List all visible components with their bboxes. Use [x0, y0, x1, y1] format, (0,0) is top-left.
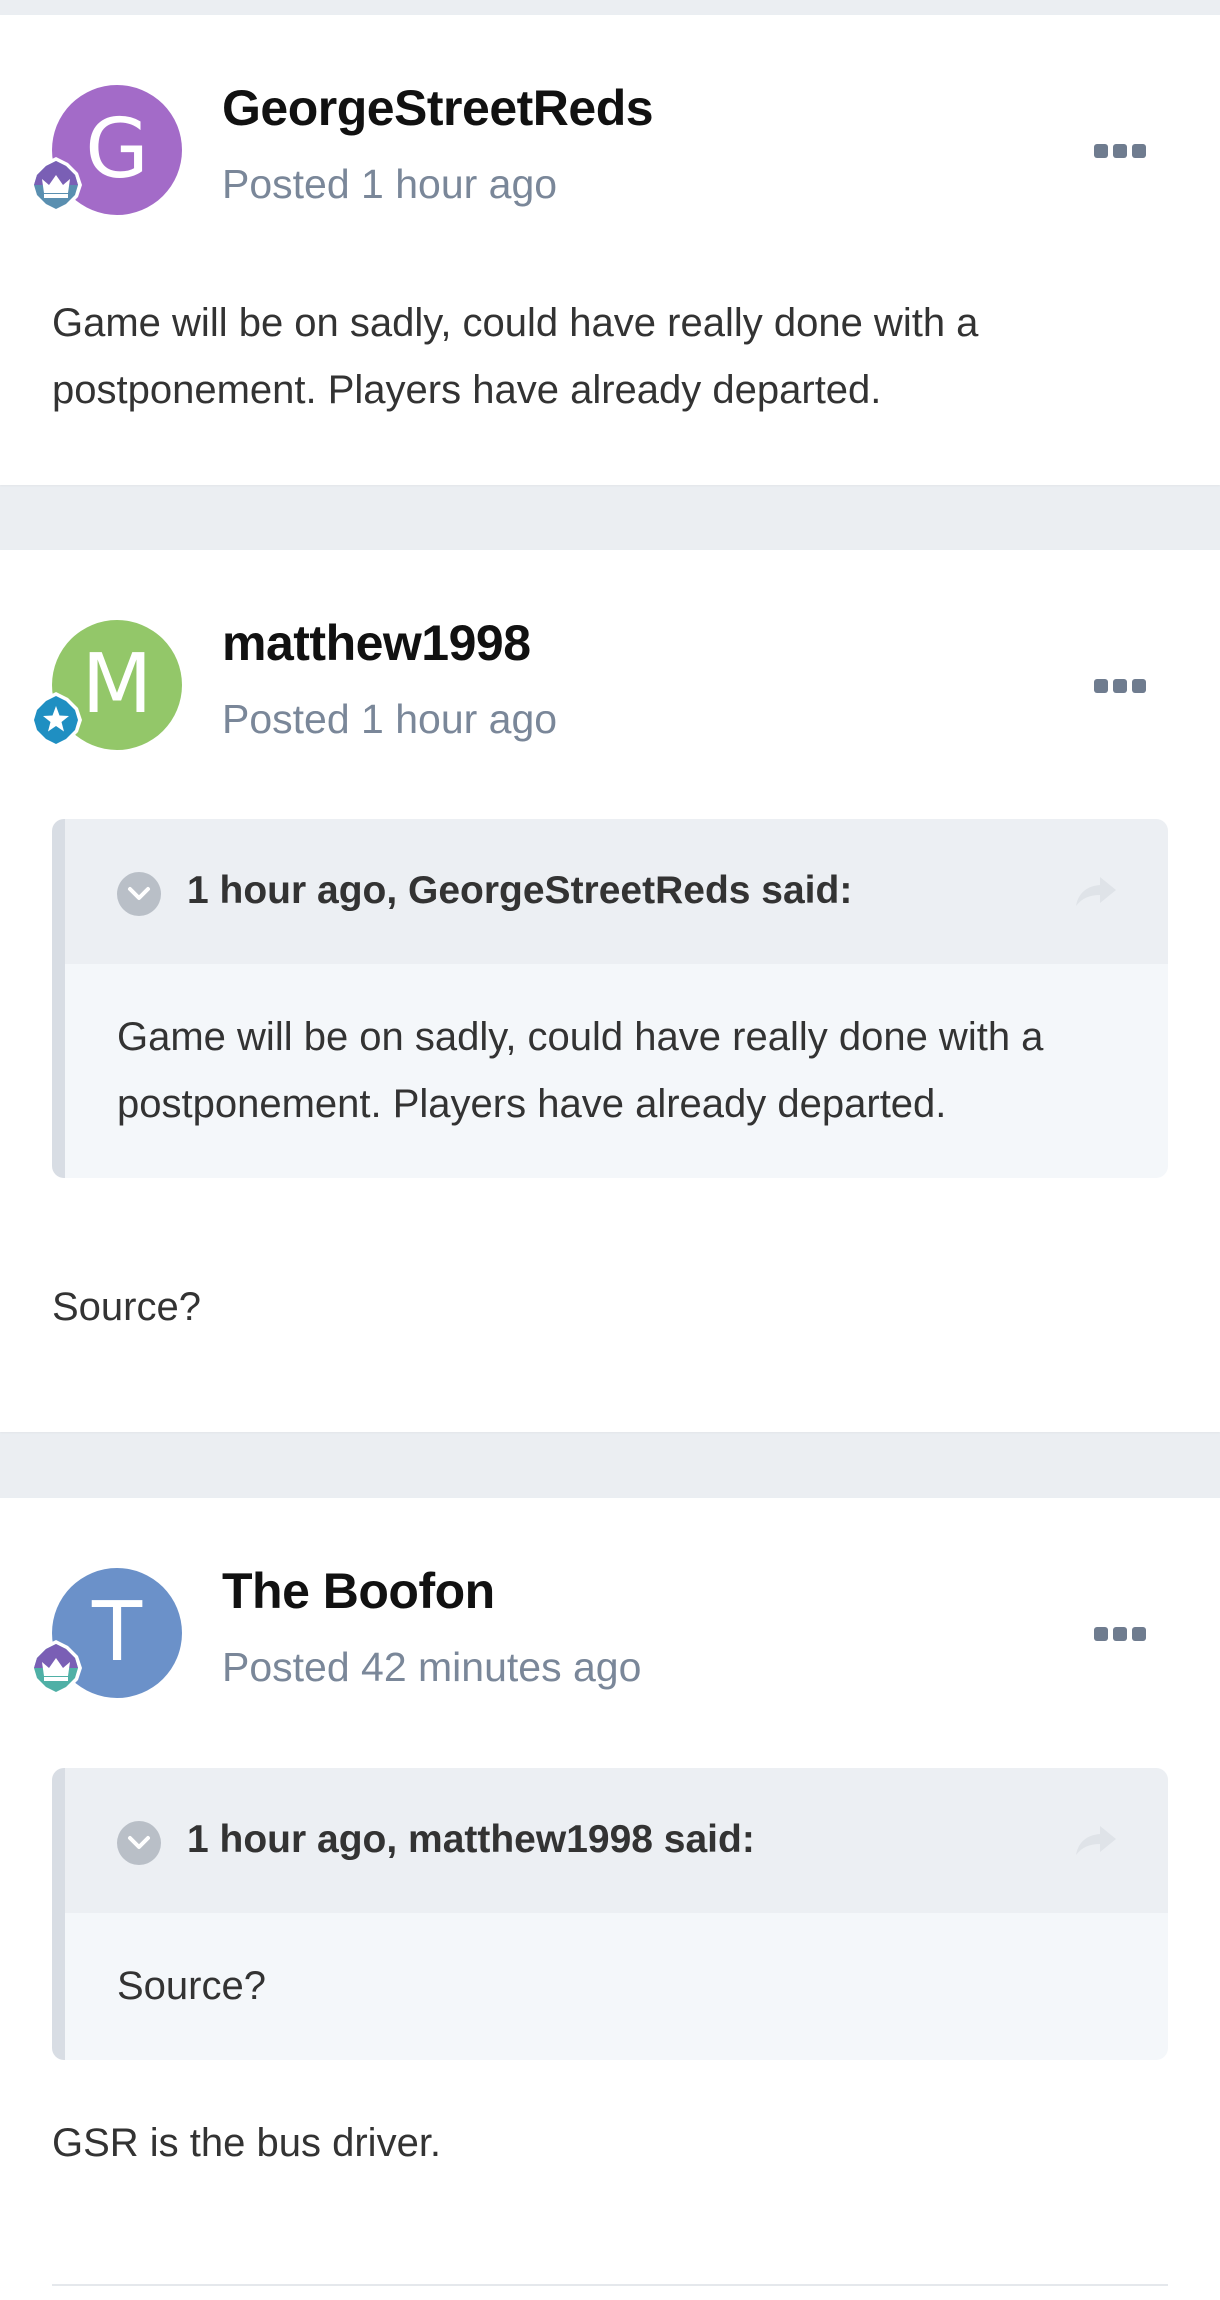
post-content: Source?: [52, 1285, 201, 1329]
quote-header[interactable]: 1 hour ago, matthew1998 said:: [65, 1768, 1168, 1913]
author-avatar-group[interactable]: M: [26, 620, 186, 780]
post-card: G GeorgeStreetReds Posted 1 hour ago Gam…: [0, 15, 1220, 485]
star-badge-icon: [30, 692, 82, 748]
author-name[interactable]: GeorgeStreetReds: [222, 79, 654, 137]
more-options-icon[interactable]: [1094, 1620, 1148, 1648]
author-avatar-group[interactable]: G: [26, 85, 186, 245]
author-name[interactable]: The Boofon: [222, 1562, 495, 1620]
share-arrow-icon[interactable]: [1074, 1822, 1118, 1858]
quote-citation[interactable]: 1 hour ago, GeorgeStreetReds said:: [187, 869, 852, 913]
post-timestamp[interactable]: Posted 1 hour ago: [222, 161, 557, 208]
chevron-down-icon[interactable]: [117, 1821, 161, 1865]
quote-citation[interactable]: 1 hour ago, matthew1998 said:: [187, 1818, 755, 1862]
more-options-icon[interactable]: [1094, 672, 1148, 700]
crown-badge-icon: [30, 1640, 82, 1696]
quote-block: 1 hour ago, GeorgeStreetReds said: Game …: [52, 819, 1168, 1178]
quote-header[interactable]: 1 hour ago, GeorgeStreetReds said:: [65, 819, 1168, 964]
post-card: M matthew1998 Posted 1 hour ago 1 hour a…: [0, 550, 1220, 1432]
crown-badge-icon: [30, 157, 82, 213]
post-divider: [52, 2284, 1168, 2286]
more-options-icon[interactable]: [1094, 137, 1148, 165]
author-avatar-group[interactable]: T: [26, 1568, 186, 1728]
chevron-down-icon[interactable]: [117, 872, 161, 916]
post-card: T The Boofon Posted 42 minutes ago 1 hou…: [0, 1498, 1220, 2300]
share-arrow-icon[interactable]: [1074, 873, 1118, 909]
quote-text: Game will be on sadly, could have really…: [117, 1015, 1044, 1126]
post-timestamp[interactable]: Posted 42 minutes ago: [222, 1644, 641, 1691]
post-timestamp[interactable]: Posted 1 hour ago: [222, 696, 557, 743]
post-content: Game will be on sadly, could have really…: [52, 301, 979, 412]
post-content: GSR is the bus driver.: [52, 2121, 442, 2165]
quote-block: 1 hour ago, matthew1998 said: Source?: [52, 1768, 1168, 2060]
quote-text: Source?: [117, 1964, 266, 2008]
author-name[interactable]: matthew1998: [222, 614, 531, 672]
